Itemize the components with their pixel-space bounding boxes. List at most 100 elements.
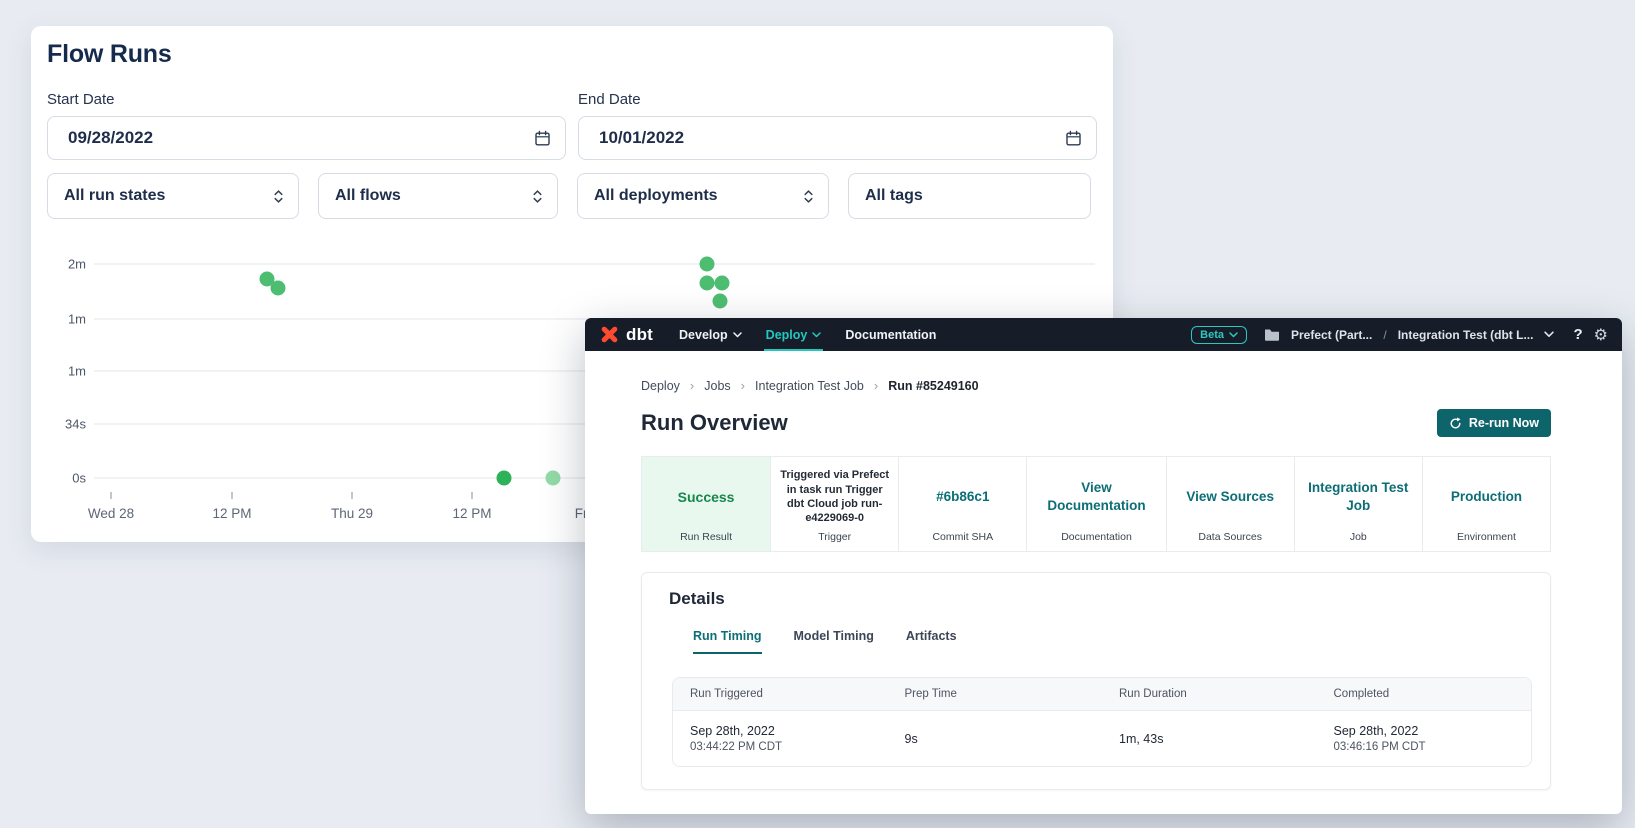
col-run-duration: Run Duration [1102,688,1317,700]
project-switcher[interactable]: Prefect (Part... [1291,328,1372,342]
col-prep-time: Prep Time [888,688,1103,700]
commit-sha-label: Commit SHA [932,531,993,543]
stepper-icon [273,189,284,204]
tab-model-timing[interactable]: Model Timing [794,629,874,654]
end-date-value: 10/01/2022 [599,128,684,148]
calendar-icon[interactable] [1065,130,1082,147]
table-header-row: Run Triggered Prep Time Run Duration Com… [673,678,1531,711]
stepper-icon [532,189,543,204]
flow-run-point[interactable] [700,257,715,272]
start-date-input[interactable]: 09/28/2022 [47,116,566,160]
x-axis-tick-label: 12 PM [212,506,251,521]
calendar-icon[interactable] [534,130,551,147]
flow-run-point[interactable] [497,471,512,486]
gear-icon[interactable]: ⚙ [1594,327,1608,343]
flow-run-point[interactable] [700,276,715,291]
nav-documentation-label: Documentation [845,328,936,342]
dbt-brand-text: dbt [626,325,653,345]
table-row: Sep 28th, 2022 03:44:22 PM CDT 9s 1m, 43… [673,711,1531,766]
flow-run-point[interactable] [715,276,730,291]
beta-dropdown[interactable]: Beta [1191,326,1247,344]
nav-right-group: Beta Prefect (Part... / Integration Test… [1191,326,1608,344]
flow-run-point[interactable] [271,281,286,296]
page-title: Run Overview [641,410,788,436]
trigger-label: Trigger [818,531,851,543]
data-sources-label: Data Sources [1198,531,1262,543]
nav-develop-label: Develop [679,328,728,342]
card-data-sources: View Sources Data Sources [1166,457,1294,551]
beta-label: Beta [1200,329,1224,341]
nav-deploy[interactable]: Deploy [766,318,822,351]
nav-documentation[interactable]: Documentation [845,318,936,351]
commit-sha-link[interactable]: #6b86c1 [936,488,989,506]
dbt-logo[interactable]: dbt [599,324,653,345]
run-summary-cards: Success Run Result Triggered via Prefect… [641,456,1551,552]
run-triggered-time: 03:44:22 PM CDT [690,741,888,753]
run-timing-table: Run Triggered Prep Time Run Duration Com… [672,677,1532,767]
details-title: Details [669,589,1525,609]
nav-develop[interactable]: Develop [679,318,742,351]
title-row: Run Overview Re-run Now [641,409,1551,437]
breadcrumb-job-name[interactable]: Integration Test Job [755,379,864,393]
filter-tags-value: All tags [865,187,923,205]
breadcrumb-jobs[interactable]: Jobs [704,379,730,393]
details-card: Details Run Timing Model Timing Artifact… [641,572,1551,790]
filter-deployments-select[interactable]: All deployments [577,173,829,219]
cell-prep-time: 9s [888,732,1103,746]
cell-completed: Sep 28th, 2022 03:46:16 PM CDT [1317,724,1532,753]
x-axis-tick-label: Thu 29 [331,506,373,521]
col-completed: Completed [1317,688,1532,700]
chevron-down-icon [733,332,742,338]
run-result-label: Run Result [680,531,732,543]
flow-runs-title: Flow Runs [47,40,1097,69]
completed-time: 03:46:16 PM CDT [1334,741,1532,753]
breadcrumb-separator: › [874,378,878,393]
breadcrumb-separator: › [741,378,745,393]
documentation-label: Documentation [1061,531,1132,543]
x-axis-tick-label: 12 PM [452,506,491,521]
filter-flows-select[interactable]: All flows [318,173,558,219]
flow-run-point[interactable] [546,471,561,486]
dbt-body: Deploy › Jobs › Integration Test Job › R… [585,378,1622,790]
rerun-now-label: Re-run Now [1469,416,1539,430]
job-label: Job [1350,531,1367,543]
tab-artifacts[interactable]: Artifacts [906,629,957,654]
y-axis-tick-label: 1m [68,312,86,327]
environment-switcher[interactable]: Integration Test (dbt L... [1398,328,1534,342]
run-result-value: Success [678,465,735,529]
trigger-value: Triggered via Prefect in task run Trigge… [777,468,892,525]
flow-run-point[interactable] [713,294,728,309]
col-run-triggered: Run Triggered [673,688,888,700]
end-date-input[interactable]: 10/01/2022 [578,116,1097,160]
y-axis-tick-label: 34s [65,417,86,432]
card-job: Integration Test Job Job [1294,457,1422,551]
dbt-logo-icon [599,324,620,345]
job-link[interactable]: Integration Test Job [1301,479,1416,514]
y-axis-tick-label: 2m [68,257,86,272]
card-environment: Production Environment [1422,457,1550,551]
help-icon[interactable]: ? [1573,326,1582,343]
filter-tags-select[interactable]: All tags [848,173,1091,219]
end-date-label: End Date [578,91,1097,108]
card-commit-sha: #6b86c1 Commit SHA [898,457,1026,551]
dbt-cloud-window: dbt Develop Deploy Documentation Beta Pr… [585,318,1622,814]
breadcrumb-deploy[interactable]: Deploy [641,379,680,393]
tab-run-timing[interactable]: Run Timing [693,629,762,654]
environment-link[interactable]: Production [1451,488,1522,506]
filter-run-states-select[interactable]: All run states [47,173,299,219]
card-documentation: View Documentation Documentation [1026,457,1165,551]
card-run-result: Success Run Result [642,457,770,551]
filter-row: All run states All flows All deployments… [47,173,1097,219]
completed-date: Sep 28th, 2022 [1334,724,1532,738]
view-sources-link[interactable]: View Sources [1186,488,1274,506]
breadcrumb: Deploy › Jobs › Integration Test Job › R… [641,378,1551,393]
run-duration-value: 1m, 43s [1119,732,1317,746]
chevron-down-icon [812,332,821,338]
rerun-now-button[interactable]: Re-run Now [1437,409,1551,437]
filter-deployments-value: All deployments [594,187,718,205]
stepper-icon [803,189,814,204]
environment-label: Environment [1457,531,1516,543]
cell-run-triggered: Sep 28th, 2022 03:44:22 PM CDT [673,724,888,753]
view-documentation-link[interactable]: View Documentation [1047,479,1145,514]
chevron-down-icon[interactable] [1544,331,1554,338]
